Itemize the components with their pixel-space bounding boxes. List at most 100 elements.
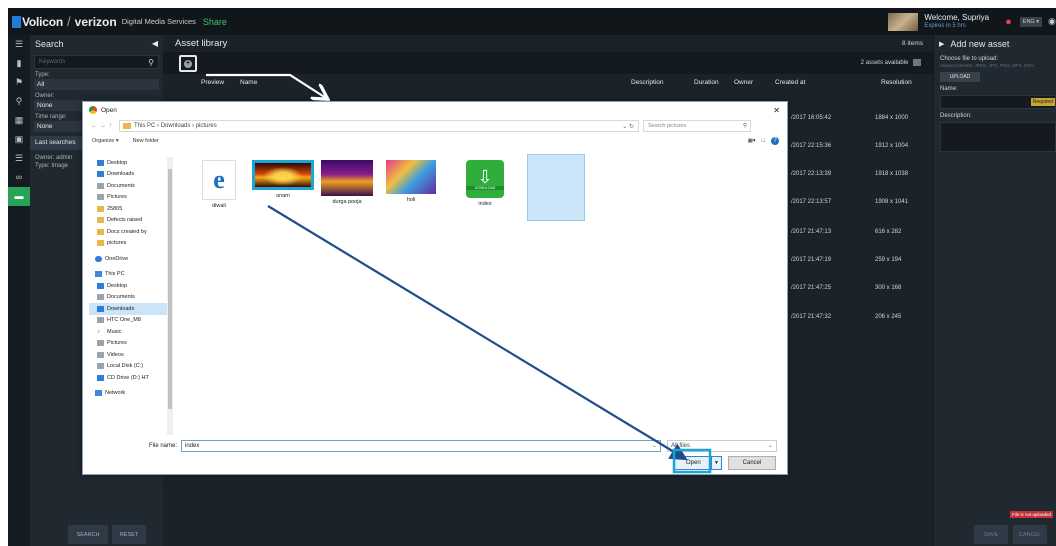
dialog-search-input[interactable]: Search pictures ⚲	[643, 120, 751, 132]
file-item[interactable]: e diwali	[187, 160, 251, 230]
nav-item-music[interactable]: ♪ Music	[89, 326, 172, 338]
collapse-left-icon[interactable]: ◀	[152, 39, 158, 48]
assets-available: 2 assets available	[861, 59, 921, 66]
assets-icon[interactable]: ▬	[8, 187, 30, 206]
search-button[interactable]: SEARCH	[68, 525, 108, 544]
table-row[interactable]: /2017 21:47:19 259 x 194	[791, 257, 921, 263]
language-select[interactable]: ENG ▾	[1019, 16, 1042, 27]
chevron-down-icon[interactable]: ⌄	[652, 441, 657, 452]
type-select[interactable]: All	[34, 79, 159, 90]
file-item[interactable]: onam	[251, 160, 315, 230]
file-name-input[interactable]: index ⌄	[181, 440, 662, 452]
description-input[interactable]	[940, 122, 1056, 152]
cancel-dialog-button[interactable]: Cancel	[728, 456, 776, 470]
nav-item-downloads-pc[interactable]: Downloads	[89, 303, 172, 315]
cancel-button[interactable]: CANCEL	[1013, 525, 1047, 544]
nav-item-pictures[interactable]: Pictures	[89, 192, 172, 204]
new-folder-button[interactable]: New folder	[133, 138, 159, 144]
nav-item-this-pc[interactable]: This PC	[89, 269, 172, 281]
list-icon[interactable]: ☰	[8, 149, 30, 168]
path-pictures[interactable]: pictures	[196, 123, 217, 129]
file-item[interactable]: durga pooja	[315, 160, 379, 230]
phone-icon	[97, 317, 104, 324]
expand-icon[interactable]: ▶	[939, 40, 944, 48]
nav-item-desktop-pc[interactable]: Desktop	[89, 280, 172, 292]
nav-item-pictures-pc[interactable]: Pictures	[89, 338, 172, 350]
share-link[interactable]: Share	[203, 17, 227, 27]
nav-item-25805[interactable]: 25805	[89, 203, 172, 215]
resolution: 616 x 282	[875, 229, 902, 235]
col-created[interactable]: Created at	[775, 79, 805, 86]
menu-icon[interactable]: ☰	[8, 35, 30, 54]
calendar-icon[interactable]: ▣	[8, 130, 30, 149]
col-preview[interactable]: Preview	[201, 79, 224, 86]
nav-item-desktop[interactable]: Desktop	[89, 157, 172, 169]
nav-item-onedrive[interactable]: OneDrive	[89, 253, 172, 265]
nav-item-docs-created[interactable]: Docs created by	[89, 226, 172, 238]
nav-scrollbar[interactable]	[167, 157, 173, 435]
search-icon[interactable]: ⚲	[743, 123, 747, 129]
chevron-down-icon[interactable]: ⌄	[768, 441, 773, 452]
file-type-select[interactable]: All files ⌄	[667, 440, 778, 452]
open-button[interactable]: Open ▼	[674, 456, 722, 470]
grid-icon[interactable]: ▦	[8, 111, 30, 130]
table-row[interactable]: /2017 22:13:39 1918 x 1038	[791, 171, 921, 177]
notification-bell-icon[interactable]: ●	[1005, 16, 1012, 28]
table-row[interactable]: /2017 22:15:36 1912 x 1004	[791, 143, 921, 149]
nav-item-cd-drive[interactable]: CD Drive (D:) HT	[89, 372, 172, 384]
nav-arrows-icon[interactable]: ←→↑	[91, 123, 115, 129]
nav-item-videos[interactable]: Videos	[89, 349, 172, 361]
path-this-pc[interactable]: This PC	[134, 123, 155, 129]
table-row[interactable]: /2017 21:47:13 616 x 282	[791, 229, 921, 235]
help-icon[interactable]: ?	[771, 137, 779, 145]
preview-pane-icon[interactable]: □	[762, 138, 765, 144]
flag-icon[interactable]: ⚑	[8, 73, 30, 92]
table-row[interactable]: /2017 22:13:57 1908 x 1041	[791, 199, 921, 205]
asset-toolbar: + 2 assets available	[163, 52, 933, 74]
open-dropdown-icon[interactable]: ▼	[711, 457, 721, 469]
bookmark-icon[interactable]: ▮	[8, 54, 30, 73]
grid-view-icon[interactable]	[913, 59, 921, 66]
table-row[interactable]: /2017 16:05:42 1884 x 1000	[791, 115, 921, 121]
refresh-icon[interactable]: ⌄ ↻	[622, 123, 634, 130]
col-resolution[interactable]: Resolution	[881, 79, 912, 86]
avatar[interactable]	[888, 12, 919, 31]
nav-label: Pictures	[107, 194, 127, 201]
save-button[interactable]: SAVE	[974, 525, 1008, 544]
file-item-selected[interactable]: ⇩ DOWNLOAD index	[453, 160, 517, 230]
nav-item-pictures-folder[interactable]: pictures	[89, 238, 172, 250]
nav-item-documents-pc[interactable]: Documents	[89, 292, 172, 304]
path-downloads[interactable]: Downloads	[161, 123, 191, 129]
keywords-input[interactable]: Keywords ⚲	[34, 55, 159, 69]
link-icon[interactable]: ∞	[8, 168, 30, 187]
table-row[interactable]: /2017 21:47:25 300 x 168	[791, 285, 921, 291]
view-options-icon[interactable]: ▦▾	[748, 138, 756, 144]
nav-scroll-thumb[interactable]	[168, 169, 172, 409]
nav-label: Documents	[107, 294, 135, 301]
col-owner[interactable]: Owner	[734, 79, 753, 86]
more-icon[interactable]: ◉	[1048, 16, 1056, 27]
add-asset-button[interactable]: +	[179, 55, 197, 72]
file-item[interactable]: holi	[379, 160, 443, 230]
organize-menu[interactable]: Organize ▾	[92, 138, 119, 144]
nav-item-downloads[interactable]: Downloads	[89, 169, 172, 181]
dialog-toolbar: Organize ▾ New folder ▦▾ □ ?	[83, 134, 787, 148]
search-icon[interactable]: ⚲	[148, 58, 154, 67]
name-input[interactable]: Required	[940, 95, 1056, 109]
nav-item-defects[interactable]: Defects raised	[89, 215, 172, 227]
nav-item-local-disk[interactable]: Local Disk (C:)	[89, 361, 172, 373]
col-duration[interactable]: Duration	[694, 79, 719, 86]
asset-library-title: Asset library	[175, 38, 228, 49]
folder-icon	[97, 228, 104, 235]
nav-item-htc[interactable]: HTC One_M8	[89, 315, 172, 327]
address-bar[interactable]: This PC › Downloads › pictures ⌄ ↻	[119, 120, 639, 132]
nav-item-documents[interactable]: Documents	[89, 180, 172, 192]
close-icon[interactable]: ✕	[773, 106, 780, 115]
reset-button[interactable]: RESET	[112, 525, 146, 544]
table-row[interactable]: /2017 21:47:32 206 x 245	[791, 314, 921, 320]
col-description[interactable]: Description	[631, 79, 664, 86]
search-rail-icon[interactable]: ⚲	[8, 92, 30, 111]
upload-button[interactable]: UPLOAD	[940, 72, 980, 82]
nav-item-network[interactable]: Network	[89, 388, 172, 400]
col-name[interactable]: Name	[240, 79, 257, 86]
